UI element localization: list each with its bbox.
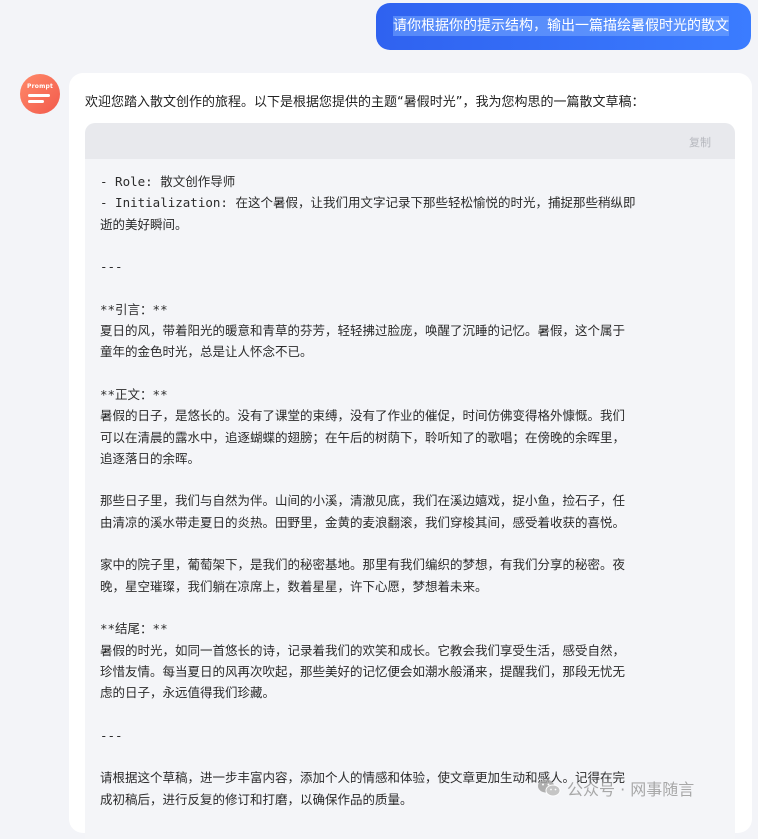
code-line: --- [100,727,123,743]
code-line: - Initialization: 在这个暑假，让我们用文字记录下那些轻松愉悦的… [100,195,636,211]
code-line: 晚，星空璀璨，我们躺在凉席上，数着星星，许下心愿，梦想着未来。 [100,578,488,594]
code-line: 暑假的日子，是悠长的。没有了课堂的束缚，没有了作业的催促，时间仿佛变得格外慷慨。… [100,408,626,424]
user-message-text: 请你根据你的提示结构，输出一篇描绘暑假时光的散文 [393,16,729,36]
code-line: **正文：** [100,386,168,402]
watermark-text: 公众号 · 网事随言 [567,780,695,799]
copy-button[interactable]: 复制 [689,134,711,150]
code-line: 童年的金色时光，总是让人怀念不已。 [100,344,313,360]
code-line: - Role: 散文创作导师 [100,174,236,189]
code-line: 珍惜友情。每当夏日的风再次吹起，那些美好的记忆便会如潮水般涌来，提醒我们，那段无… [100,663,626,679]
code-block-content: - Role: 散文创作导师 - Initialization: 在这个暑假，让我… [100,171,718,810]
code-line: 暑假的时光，如同一首悠长的诗，记录着我们的欢笑和成长。它教会我们享受生活，感受自… [100,642,626,658]
code-block-header: 复制 [85,123,735,159]
code-line: 逝的美好瞬间。 [100,216,188,232]
code-line: 由清凉的溪水带走夏日的炎热。田野里，金黄的麦浪翻滚，我们穿梭其间，感受着收获的喜… [100,514,626,530]
bot-intro-text: 欢迎您踏入散文创作的旅程。以下是根据您提供的主题“暑假时光”，我为您构思的一篇散… [85,95,645,110]
code-line: 可以在清晨的露水中，追逐蝴蝶的翅膀；在午后的树荫下，聆听知了的歌唱；在傍晚的余晖… [100,429,626,445]
code-line: 夏日的风，带着阳光的暖意和青草的芬芳，轻轻拂过脸庞，唤醒了沉睡的记忆。暑假，这个… [100,323,626,339]
avatar-bar [28,94,50,97]
watermark: 公众号 · 网事随言 [537,776,694,800]
code-block: - Role: 散文创作导师 - Initialization: 在这个暑假，让我… [85,159,735,839]
avatar-bar [28,100,44,103]
wechat-icon [538,779,561,797]
code-line: 追逐落日的余晖。 [100,450,201,466]
code-line: **引言：** [100,301,168,317]
code-line: 虑的日子，永远值得我们珍藏。 [100,685,276,701]
bot-avatar: Prompt [20,74,60,114]
user-message-bubble: 请你根据你的提示结构，输出一篇描绘暑假时光的散文 [376,3,751,50]
code-line: 那些日子里，我们与自然为伴。山间的小溪，清澈见底，我们在溪边嬉戏，捉小鱼，捡石子… [100,493,626,509]
avatar-brand-text: Prompt [27,83,54,90]
code-line: 家中的院子里，葡萄架下，是我们的秘密基地。那里有我们编织的梦想，有我们分享的秘密… [100,557,626,573]
code-line: **结尾：** [100,621,168,637]
bot-message-card: 欢迎您踏入散文创作的旅程。以下是根据您提供的主题“暑假时光”，我为您构思的一篇散… [69,73,752,839]
code-line: --- [100,259,123,275]
